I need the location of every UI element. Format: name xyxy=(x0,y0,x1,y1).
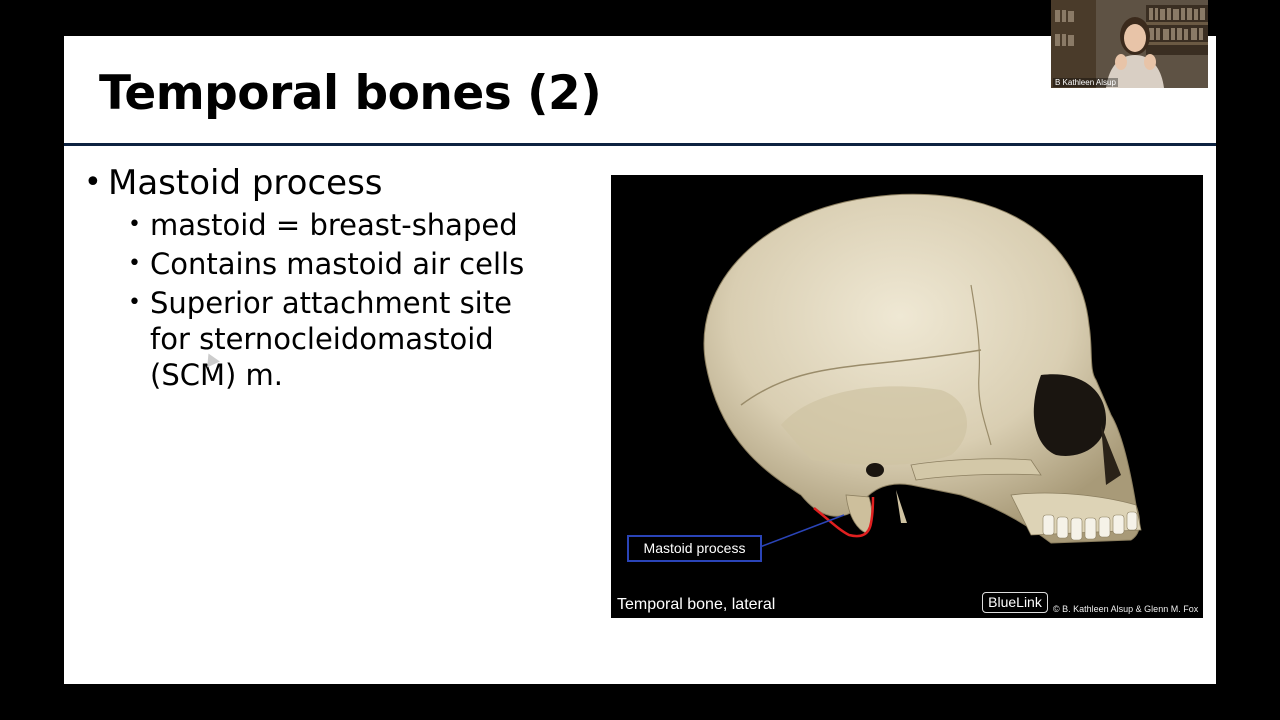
bullet-dot: • xyxy=(128,251,141,276)
copyright-text: © B. Kathleen Alsup & Glenn M. Fox xyxy=(1053,604,1199,614)
skull-figure: Mastoid process Temporal bone, lateral B… xyxy=(611,175,1203,618)
participant-name-label: B Kathleen Alsup xyxy=(1053,78,1118,87)
bullet-text: Mastoid process xyxy=(108,163,383,203)
callout-label: Mastoid process xyxy=(627,535,762,562)
bullet-list: • Mastoid process • mastoid = breast-sha… xyxy=(84,163,584,393)
bullet-level2: • Superior attachment site for sternocle… xyxy=(128,285,550,393)
bullet-dot: • xyxy=(84,165,102,200)
slide-title: Temporal bones (2) xyxy=(99,66,602,121)
bullet-level2: • mastoid = breast-shaped xyxy=(128,207,550,243)
presentation-slide: Temporal bones (2) • Mastoid process • m… xyxy=(64,36,1216,684)
bullet-dot: • xyxy=(128,290,141,315)
bullet-level2: • Contains mastoid air cells xyxy=(128,246,550,282)
bullet-level1: • Mastoid process xyxy=(84,163,584,203)
bullet-dot: • xyxy=(128,212,141,237)
bluelink-logo: BlueLink xyxy=(982,592,1048,613)
title-divider xyxy=(64,143,1216,146)
bullet-text: Superior attachment site for sternocleid… xyxy=(150,286,512,392)
video-feed-image xyxy=(1051,0,1208,88)
bullet-text: mastoid = breast-shaped xyxy=(150,208,518,242)
bullet-text: Contains mastoid air cells xyxy=(150,247,525,281)
figure-caption: Temporal bone, lateral xyxy=(617,596,776,613)
participant-video-tile[interactable]: B Kathleen Alsup xyxy=(1051,0,1208,88)
